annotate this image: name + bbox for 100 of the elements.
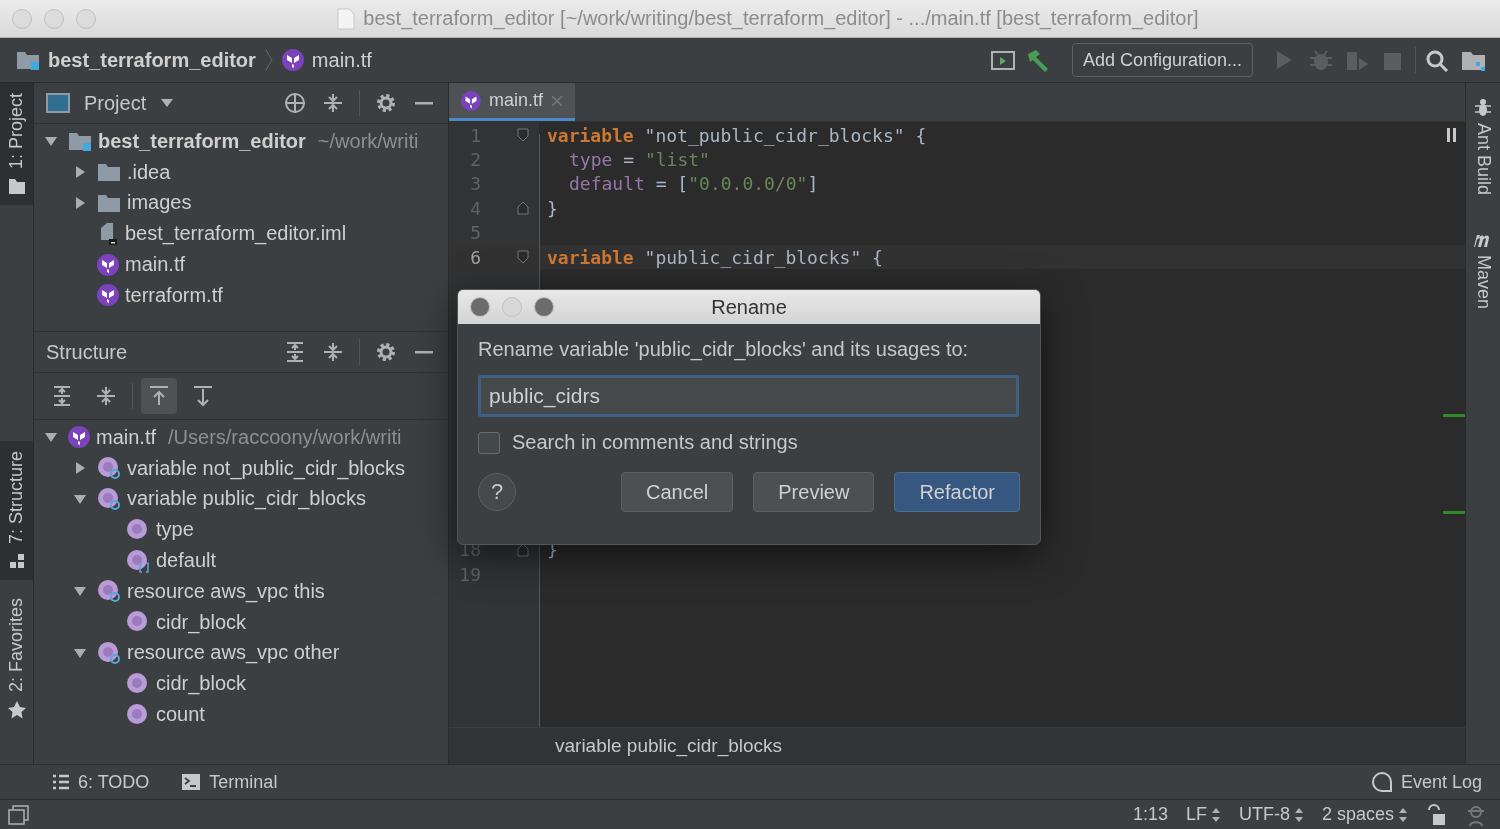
lock-icon[interactable] [1426,803,1446,826]
tree-item-path: /Users/raccoony/work/writi [168,425,402,449]
run-window-icon[interactable] [989,48,1016,72]
structure-icon[interactable] [7,552,26,571]
tree-item[interactable]: resource aws_vpc this [127,579,325,603]
editor-tab[interactable]: main.tf [449,83,576,121]
window-title: best_terraform_editor [~/work/writing/best_terraform_editor] - .../main.tf [best_terraform_editor] [363,7,1199,30]
tool-window-tab[interactable]: Maven [1472,229,1494,310]
module-folder-icon [16,50,40,70]
list-icon[interactable] [52,773,70,791]
tool-window-button[interactable]: Terminal [181,771,278,793]
terraform-file-icon [97,284,119,307]
code-breadcrumb[interactable]: variable public_cidr_blocks [555,735,783,757]
terraform-file-icon [281,49,304,71]
change-marker [1443,414,1465,417]
tree-item[interactable]: images [127,191,192,215]
pause-icon[interactable] [1447,128,1457,142]
expanded-arrow-icon[interactable] [73,492,87,506]
fold-marker-icon[interactable] [517,542,529,557]
collapsed-arrow-icon[interactable] [73,196,87,210]
tree-item[interactable]: cidr_block [156,610,247,634]
collapse-all-icon[interactable] [321,340,345,364]
code-line: default = ["0.0.0.0/0"] [568,173,819,195]
checkbox-label: Search in comments and strings [512,431,798,454]
breadcrumb-item[interactable]: main.tf [311,48,372,72]
code-line: } [547,197,558,219]
tree-item[interactable]: default [156,549,217,573]
star-icon[interactable] [6,700,27,721]
help-button[interactable]: ? [478,473,516,511]
status-item[interactable]: 1:13 [1132,804,1168,825]
locate-icon[interactable] [283,91,307,115]
tree-item[interactable]: best_terraform_editor [98,129,306,153]
fold-marker-icon[interactable] [517,128,529,143]
folder-icon [97,162,121,183]
window-control-button[interactable] [534,297,554,317]
fold-marker-icon[interactable] [517,201,529,216]
tree-item[interactable]: main.tf [96,425,157,449]
line-number: 6 [469,246,481,268]
settings-icon[interactable] [374,340,398,364]
dialog-button[interactable]: Refactor [894,472,1020,512]
dropdown-caret-icon[interactable] [160,98,175,108]
toolbar-button[interactable] [141,378,177,414]
change-marker [1443,511,1465,514]
property-icon [126,671,150,696]
add-configuration-button[interactable]: Add Configuration... [1071,43,1253,77]
folder-icon[interactable] [7,177,26,196]
status-item[interactable]: LF [1185,804,1221,825]
collapsed-arrow-icon[interactable] [73,165,87,180]
code-line: type = "list" [568,149,710,171]
toggle-tool-windows-icon[interactable] [8,804,30,825]
tree-item[interactable]: main.tf [125,253,186,277]
property-icon [126,702,150,727]
autoscroll-to-source-icon[interactable] [147,384,171,408]
tree-item[interactable]: .idea [127,160,171,184]
terraform-file-icon [97,253,119,276]
collapse-all-icon[interactable] [321,91,345,115]
module-folder-icon [68,131,92,152]
folder-icon [97,193,121,213]
tool-window-tab[interactable]: 1: Project [0,83,33,206]
tree-item[interactable]: terraform.tf [125,283,223,307]
dialog-title: Rename [710,295,788,319]
checkbox[interactable] [478,431,500,454]
dialog-button[interactable]: Cancel [621,472,734,512]
terminal-icon[interactable] [181,773,202,791]
new-name-field[interactable]: public_cidrs [478,375,1019,417]
document-icon [337,7,356,30]
event-log-button[interactable]: Event Log [1370,771,1482,793]
tool-window-tab[interactable]: Ant Build [1472,97,1494,196]
tree-item[interactable]: resource aws_vpc other [127,641,340,665]
property-icon [97,640,121,665]
terraform-file-icon [461,90,481,111]
dialog-button[interactable]: Preview [753,472,875,512]
tool-window-tab[interactable]: 2: Favorites [0,588,33,731]
property-icon [126,517,150,542]
autoscroll-from-source-icon[interactable] [191,384,215,408]
window-control-button[interactable] [470,297,490,317]
status-item[interactable]: UTF-8 [1238,804,1304,825]
tree-item[interactable]: best_terraform_editor.iml [125,222,347,246]
status-item[interactable]: 2 spaces [1321,804,1408,825]
tree-item[interactable]: variable public_cidr_blocks [127,487,366,511]
ant-icon[interactable] [1473,97,1493,117]
fold-marker-icon[interactable] [517,250,529,265]
tree-item[interactable]: cidr_block [156,672,247,696]
code-line: variable "not_public_cidr_blocks" { [547,124,927,146]
panel-title[interactable]: Project [84,91,147,115]
settings-icon[interactable] [374,91,398,115]
tree-item[interactable]: count [156,703,205,727]
tool-window-tab[interactable]: 7: Structure [0,441,33,581]
speech-bubble-icon [1370,771,1393,793]
property-icon [97,579,121,604]
tree-item[interactable]: variable not_public_cidr_blocks [127,456,405,480]
tool-window-button[interactable]: 6: TODO [52,771,150,793]
breadcrumb-item[interactable]: best_terraform_editor [48,48,256,72]
chevron-icon [263,48,274,72]
property-icon [97,487,121,511]
project-view-icon [46,93,70,113]
collapse-all-icon[interactable] [94,384,118,408]
tree-item[interactable]: type [156,518,194,542]
collapsed-arrow-icon[interactable] [73,461,87,476]
code-line: variable "public_cidr_blocks" { [547,246,883,268]
